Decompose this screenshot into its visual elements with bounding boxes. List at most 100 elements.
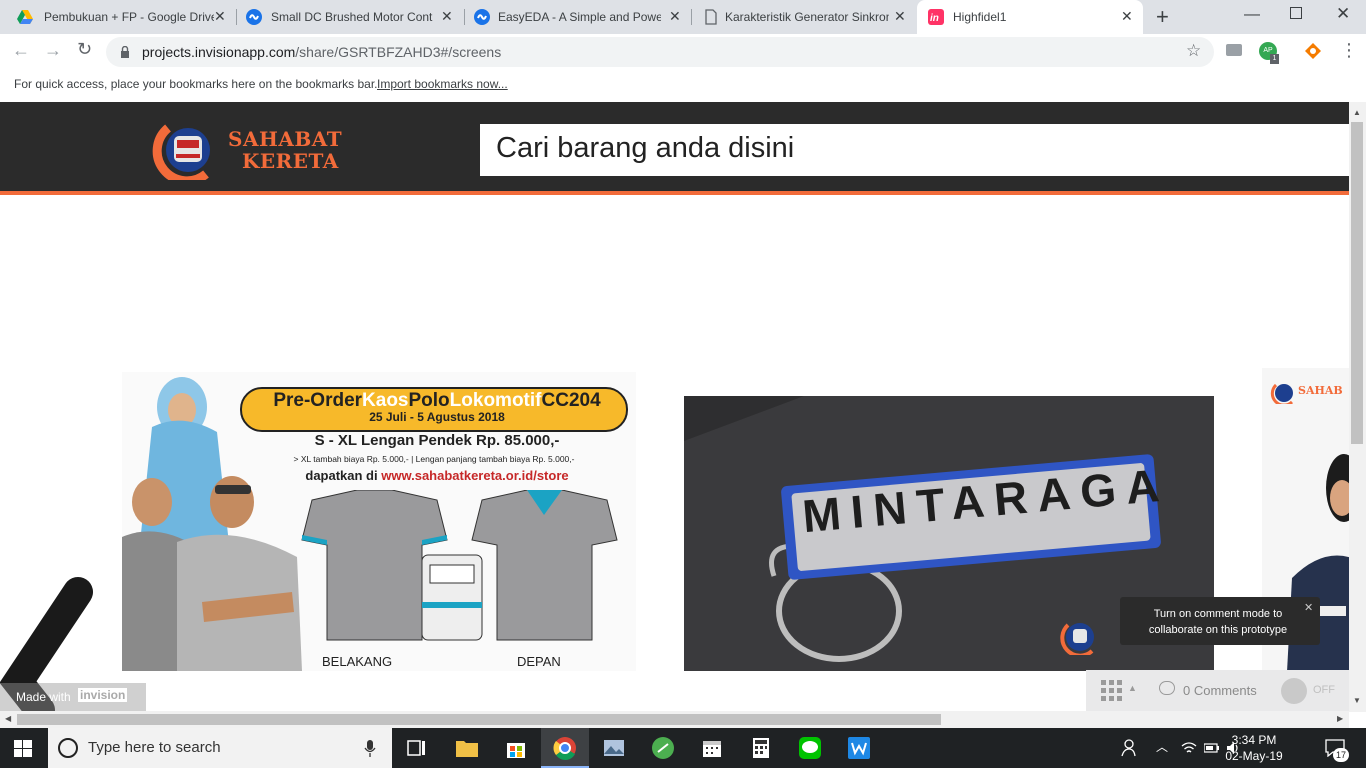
preorder-banner[interactable]: Pre-OrderKaosPoloLokomotifCC204 25 Juli … xyxy=(122,372,636,671)
invision-logo: invision xyxy=(78,688,128,702)
system-clock[interactable]: 3:34 PM 02-May-19 xyxy=(1224,732,1284,764)
menu-icon[interactable]: ⋮ xyxy=(1340,40,1358,61)
close-window-icon[interactable]: ✕ xyxy=(1336,4,1350,24)
small-logo-icon xyxy=(1270,383,1294,404)
tab-title: EasyEDA - A Simple and Powerful xyxy=(498,10,661,24)
wifi-icon[interactable] xyxy=(1181,741,1197,755)
store-icon[interactable] xyxy=(504,736,528,760)
invision-toolbar: ▲ 0 Comments OFF xyxy=(1086,670,1349,711)
tab-google-drive[interactable]: Pembukuan + FP - Google Drive ✕ xyxy=(0,0,236,34)
vertical-scroll-thumb[interactable] xyxy=(1351,122,1363,444)
close-tab-icon[interactable]: ✕ xyxy=(669,8,681,25)
reload-icon[interactable]: ↻ xyxy=(77,39,92,60)
show-hidden-icons[interactable]: ︿ xyxy=(1156,738,1168,755)
site-logo[interactable]: SAHABAT KERETA xyxy=(146,118,346,180)
headline-cc204: CC204 xyxy=(541,390,601,411)
microphone-icon[interactable] xyxy=(364,740,376,757)
task-view-icon[interactable] xyxy=(405,736,429,760)
watermark-logo-icon xyxy=(1060,623,1094,655)
chrome-taskbar-item[interactable] xyxy=(541,728,589,768)
chrome-icon xyxy=(553,737,576,760)
made-with-label: Made with xyxy=(16,690,71,704)
address-bar[interactable]: projects.invisionapp.com/share/GSRTBFZAH… xyxy=(106,37,1214,67)
tab-highfidel1[interactable]: in Highfidel1 ✕ xyxy=(917,0,1143,34)
horizontal-scrollbar[interactable]: ◀ ▶ xyxy=(0,711,1349,728)
easyeda-icon xyxy=(474,9,490,25)
tab-title: Karakteristik Generator Sinkron xyxy=(725,10,889,24)
extension-icon[interactable] xyxy=(1304,42,1322,60)
comment-toggle-knob[interactable] xyxy=(1281,678,1307,704)
product-search-input[interactable]: Cari barang anda disini xyxy=(480,124,1349,176)
photos-app-icon[interactable] xyxy=(602,736,626,760)
price-line: S - XL Lengan Pendek Rp. 85.000,- xyxy=(314,432,560,449)
url-path: /share/GSRTBFZAHD3#/screens xyxy=(295,44,502,60)
new-tab-button[interactable]: + xyxy=(1156,4,1169,30)
store-prefix: dapatkan di xyxy=(305,468,378,483)
price-note: > XL tambah biaya Rp. 5.000,- | Lengan p… xyxy=(293,454,575,464)
cortana-icon xyxy=(58,738,78,758)
logo-text-kereta: KERETA xyxy=(242,149,339,173)
close-tab-icon[interactable]: ✕ xyxy=(894,8,906,25)
calculator-icon[interactable] xyxy=(749,736,773,760)
label-depan: DEPAN xyxy=(517,654,561,669)
people-icon[interactable] xyxy=(1120,739,1136,757)
caret-up-icon[interactable]: ▲ xyxy=(1128,683,1137,693)
browser-toolbar: ← → ↻ projects.invisionapp.com/share/GSR… xyxy=(0,34,1366,70)
import-bookmarks-link[interactable]: Import bookmarks now... xyxy=(377,77,508,91)
tab-strip: Pembukuan + FP - Google Drive ✕ Small DC… xyxy=(0,0,1366,34)
document-icon xyxy=(703,9,719,25)
minimize-icon[interactable]: — xyxy=(1244,6,1260,24)
label-belakang: BELAKANG xyxy=(322,654,393,669)
close-tab-icon[interactable]: ✕ xyxy=(1121,8,1133,25)
url-host: projects.invisionapp.com xyxy=(142,44,296,60)
file-explorer-icon[interactable] xyxy=(455,736,479,760)
preorder-dates: 25 Juli - 5 Agustus 2018 xyxy=(369,410,505,424)
comment-toggle-label: OFF xyxy=(1313,684,1335,696)
tab-karakteristik[interactable]: Karakteristik Generator Sinkron ✕ xyxy=(691,0,916,34)
app-w-icon[interactable] xyxy=(847,736,871,760)
headline-preorder: Pre-Order xyxy=(273,390,363,411)
bookmarks-bar: For quick access, place your bookmarks h… xyxy=(0,70,1366,102)
forward-icon[interactable]: → xyxy=(44,40,62,61)
battery-icon[interactable] xyxy=(1204,742,1220,754)
back-icon[interactable]: ← xyxy=(12,40,30,61)
bookmark-star-icon[interactable]: ☆ xyxy=(1186,41,1201,61)
store-line: dapatkan di www.sahabatkereta.or.id/stor… xyxy=(252,468,622,483)
profile-badge: 1 xyxy=(1270,54,1279,64)
line-messenger-icon[interactable] xyxy=(798,736,822,760)
partial-logo-text: SAHAB xyxy=(1298,384,1343,397)
taskbar-search-placeholder: Type here to search xyxy=(88,739,221,756)
comment-icon xyxy=(1159,681,1175,695)
svg-text:in: in xyxy=(930,13,939,24)
made-with-invision-badge[interactable]: Made with invision xyxy=(0,683,146,711)
logo-text-sahabat: SAHABAT xyxy=(228,127,343,151)
comment-mode-tooltip: Turn on comment mode to collaborate on t… xyxy=(1120,597,1320,645)
headline-lokomotif: Lokomotif xyxy=(449,390,542,411)
taskbar-search-box[interactable]: Type here to search xyxy=(48,728,392,768)
bookmarks-hint: For quick access, place your bookmarks h… xyxy=(14,77,378,91)
comments-count[interactable]: 0 Comments xyxy=(1183,683,1257,698)
clock-date: 02-May-19 xyxy=(1225,749,1283,763)
invision-icon: in xyxy=(928,9,944,25)
easyeda-icon xyxy=(246,9,262,25)
tab-easyeda[interactable]: EasyEDA - A Simple and Powerful ✕ xyxy=(464,0,691,34)
tab-title: Pembukuan + FP - Google Drive xyxy=(44,10,214,24)
notification-count-badge: 17 xyxy=(1333,748,1349,762)
close-tooltip-icon[interactable]: ✕ xyxy=(1304,600,1313,616)
store-url: www.sahabatkereta.or.id/store xyxy=(381,468,569,483)
tab-easyeda-motor[interactable]: Small DC Brushed Motor Control ✕ xyxy=(236,0,464,34)
windows-start-icon[interactable] xyxy=(14,740,32,757)
close-tab-icon[interactable]: ✕ xyxy=(214,8,226,25)
calendar-icon[interactable] xyxy=(700,736,724,760)
restore-icon[interactable] xyxy=(1290,7,1302,19)
url-text: projects.invisionapp.com/share/GSRTBFZAH… xyxy=(142,44,501,60)
google-drive-icon xyxy=(17,9,33,25)
line-app-icon[interactable] xyxy=(651,736,675,760)
camera-icon[interactable] xyxy=(1226,44,1242,56)
screens-grid-icon[interactable] xyxy=(1101,680,1123,702)
windows-taskbar: Type here to search ︿ 3:34 PM 02-May-19 … xyxy=(0,728,1366,768)
horizontal-scroll-thumb[interactable] xyxy=(17,714,941,725)
close-tab-icon[interactable]: ✕ xyxy=(441,8,453,25)
vertical-scrollbar[interactable]: ▲ ▼ xyxy=(1349,102,1366,712)
tab-title: Small DC Brushed Motor Control xyxy=(271,10,433,24)
